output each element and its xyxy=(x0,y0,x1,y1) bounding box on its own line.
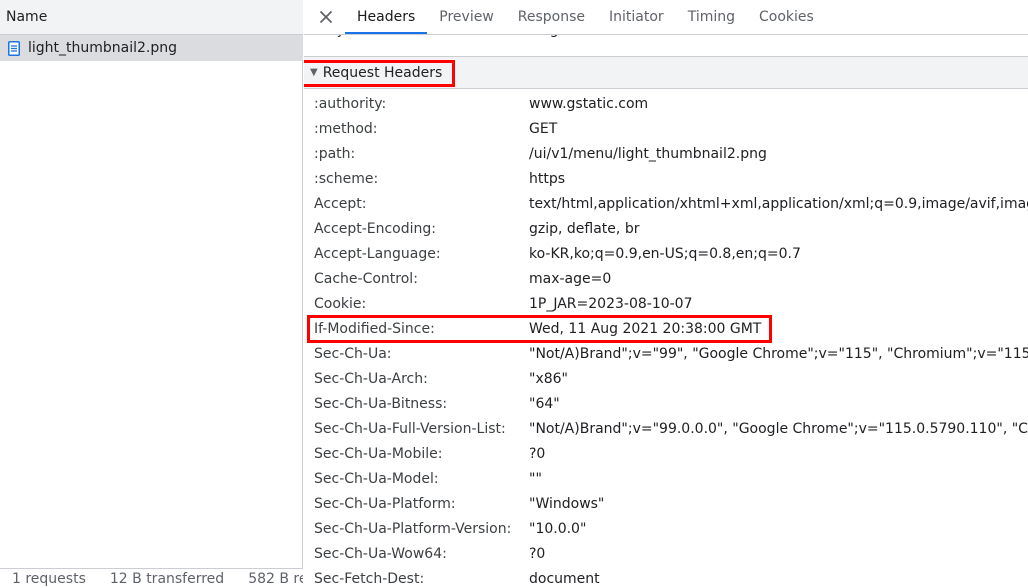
details-tab-bar: Headers Preview Response Initiator Timin… xyxy=(304,0,1028,35)
request-headers-section-toggle[interactable]: ▼ Request Headers xyxy=(304,56,1028,89)
header-key: Sec-Ch-Ua-Arch: xyxy=(314,370,428,387)
name-column-label: Name xyxy=(6,9,48,25)
header-key: Sec-Ch-Ua-Bitness: xyxy=(314,395,448,412)
header-value: Wed, 11 Aug 2021 20:38:00 GMT xyxy=(529,320,762,337)
document-icon xyxy=(8,40,20,56)
header-row: Sec-Ch-Ua-Arch: "x86" xyxy=(304,366,1028,391)
transferred-size: 12 B transferred xyxy=(109,570,225,587)
header-key: Sec-Ch-Ua-Platform-Version: xyxy=(314,520,512,537)
header-value: document xyxy=(529,570,600,587)
header-key: Accept-Encoding: xyxy=(314,220,437,237)
tab-headers[interactable]: Headers xyxy=(345,0,428,34)
header-value: GET xyxy=(529,120,558,137)
header-row: :authority: www.gstatic.com xyxy=(304,91,1028,116)
header-key: Accept-Language: xyxy=(314,245,441,262)
tab-cookies[interactable]: Cookies xyxy=(747,0,826,34)
header-row: :scheme: https xyxy=(304,166,1028,191)
header-row: :method: GET xyxy=(304,116,1028,141)
tab-initiator[interactable]: Initiator xyxy=(597,0,676,34)
request-headers-list: :authority: www.gstatic.com :method: GET :pa… xyxy=(304,91,1028,588)
header-row: Accept: text/html,application/xhtml+xml,a… xyxy=(304,191,1028,216)
request-count: 1 requests xyxy=(12,570,86,587)
header-value: gzip, deflate, br xyxy=(529,220,640,237)
triangle-down-icon: ▼ xyxy=(310,67,318,78)
request-list-pane: Name light_thumbnail2.png 1 requests 12 … xyxy=(0,0,303,588)
header-key: :method: xyxy=(314,120,378,137)
header-value: "" xyxy=(529,470,542,487)
header-value: "x86" xyxy=(529,370,568,387)
header-value: /ui/v1/menu/light_thumbnail2.png xyxy=(529,145,767,162)
header-key: Sec-Ch-Ua-Platform: xyxy=(314,495,456,512)
section-title: Request Headers xyxy=(322,64,443,81)
name-column-header[interactable]: Name xyxy=(0,0,303,35)
header-key: :path: xyxy=(314,145,356,162)
header-row: Sec-Fetch-Dest: document xyxy=(304,566,1028,588)
request-row[interactable]: light_thumbnail2.png xyxy=(0,35,303,61)
header-key: Sec-Ch-Ua-Model: xyxy=(314,470,439,487)
header-key: :scheme: xyxy=(314,170,379,187)
header-key: Sec-Ch-Ua-Wow64: xyxy=(314,545,447,562)
header-key: Sec-Ch-Ua-Mobile: xyxy=(314,445,443,462)
devtools-network-panel: Name light_thumbnail2.png 1 requests 12 … xyxy=(0,0,1028,588)
header-value: "Not/A)Brand";v="99.0.0.0", "Google Chro… xyxy=(529,420,1028,437)
header-value: 1P_JAR=2023-08-10-07 xyxy=(529,295,693,312)
header-key: :authority: xyxy=(314,95,387,112)
header-row: Sec-Ch-Ua-Full-Version-List: "Not/A)Brand… xyxy=(304,416,1028,441)
header-row: Cache-Control: max-age=0 xyxy=(304,266,1028,291)
header-key: Sec-Ch-Ua: xyxy=(314,345,392,362)
header-key: Cookie: xyxy=(314,295,367,312)
header-value: ko-KR,ko;q=0.9,en-US;q=0.8,en;q=0.7 xyxy=(529,245,801,262)
header-row: Sec-Ch-Ua: "Not/A)Brand";v="99", "Google … xyxy=(304,341,1028,366)
resources-size: 582 B resc xyxy=(248,570,303,587)
header-value: "64" xyxy=(529,395,560,412)
header-value: text/html,application/xhtml+xml,applicat… xyxy=(529,195,1028,212)
header-row: Sec-Ch-Ua-Bitness: "64" xyxy=(304,391,1028,416)
header-row: Accept-Encoding: gzip, deflate, br xyxy=(304,216,1028,241)
header-value: "Not/A)Brand";v="99", "Google Chrome";v=… xyxy=(529,345,1028,362)
header-key: If-Modified-Since: xyxy=(314,320,435,337)
request-name: light_thumbnail2.png xyxy=(28,40,178,56)
tab-timing[interactable]: Timing xyxy=(676,0,747,34)
header-value: www.gstatic.com xyxy=(529,95,649,112)
close-icon[interactable] xyxy=(307,0,345,34)
request-details-pane: vary: Origin Headers Preview Response In… xyxy=(304,0,1028,588)
header-row: Sec-Ch-Ua-Platform: "Windows" xyxy=(304,491,1028,516)
header-row: Cookie: 1P_JAR=2023-08-10-07 xyxy=(304,291,1028,316)
header-value: https xyxy=(529,170,566,187)
header-value: max-age=0 xyxy=(529,270,612,287)
header-row: :path: /ui/v1/menu/light_thumbnail2.png xyxy=(304,141,1028,166)
header-key: Accept: xyxy=(314,195,367,212)
header-row: Sec-Ch-Ua-Wow64: ?0 xyxy=(304,541,1028,566)
header-row: If-Modified-Since: Wed, 11 Aug 2021 20:38… xyxy=(304,316,1028,341)
header-value: ?0 xyxy=(529,445,546,462)
header-key: Sec-Ch-Ua-Full-Version-List: xyxy=(314,420,506,437)
network-summary-bar: 1 requests 12 B transferred 582 B resc xyxy=(0,568,303,588)
header-key: Sec-Fetch-Dest: xyxy=(314,570,425,587)
header-row: Sec-Ch-Ua-Platform-Version: "10.0.0" xyxy=(304,516,1028,541)
header-value: "10.0.0" xyxy=(529,520,587,537)
header-key: Cache-Control: xyxy=(314,270,418,287)
header-row: Sec-Ch-Ua-Model: "" xyxy=(304,466,1028,491)
tab-preview[interactable]: Preview xyxy=(427,0,506,34)
header-value: ?0 xyxy=(529,545,546,562)
header-row: Accept-Language: ko-KR,ko;q=0.9,en-US;q=0… xyxy=(304,241,1028,266)
tab-response[interactable]: Response xyxy=(506,0,597,34)
header-value: "Windows" xyxy=(529,495,605,512)
header-row: Sec-Ch-Ua-Mobile: ?0 xyxy=(304,441,1028,466)
